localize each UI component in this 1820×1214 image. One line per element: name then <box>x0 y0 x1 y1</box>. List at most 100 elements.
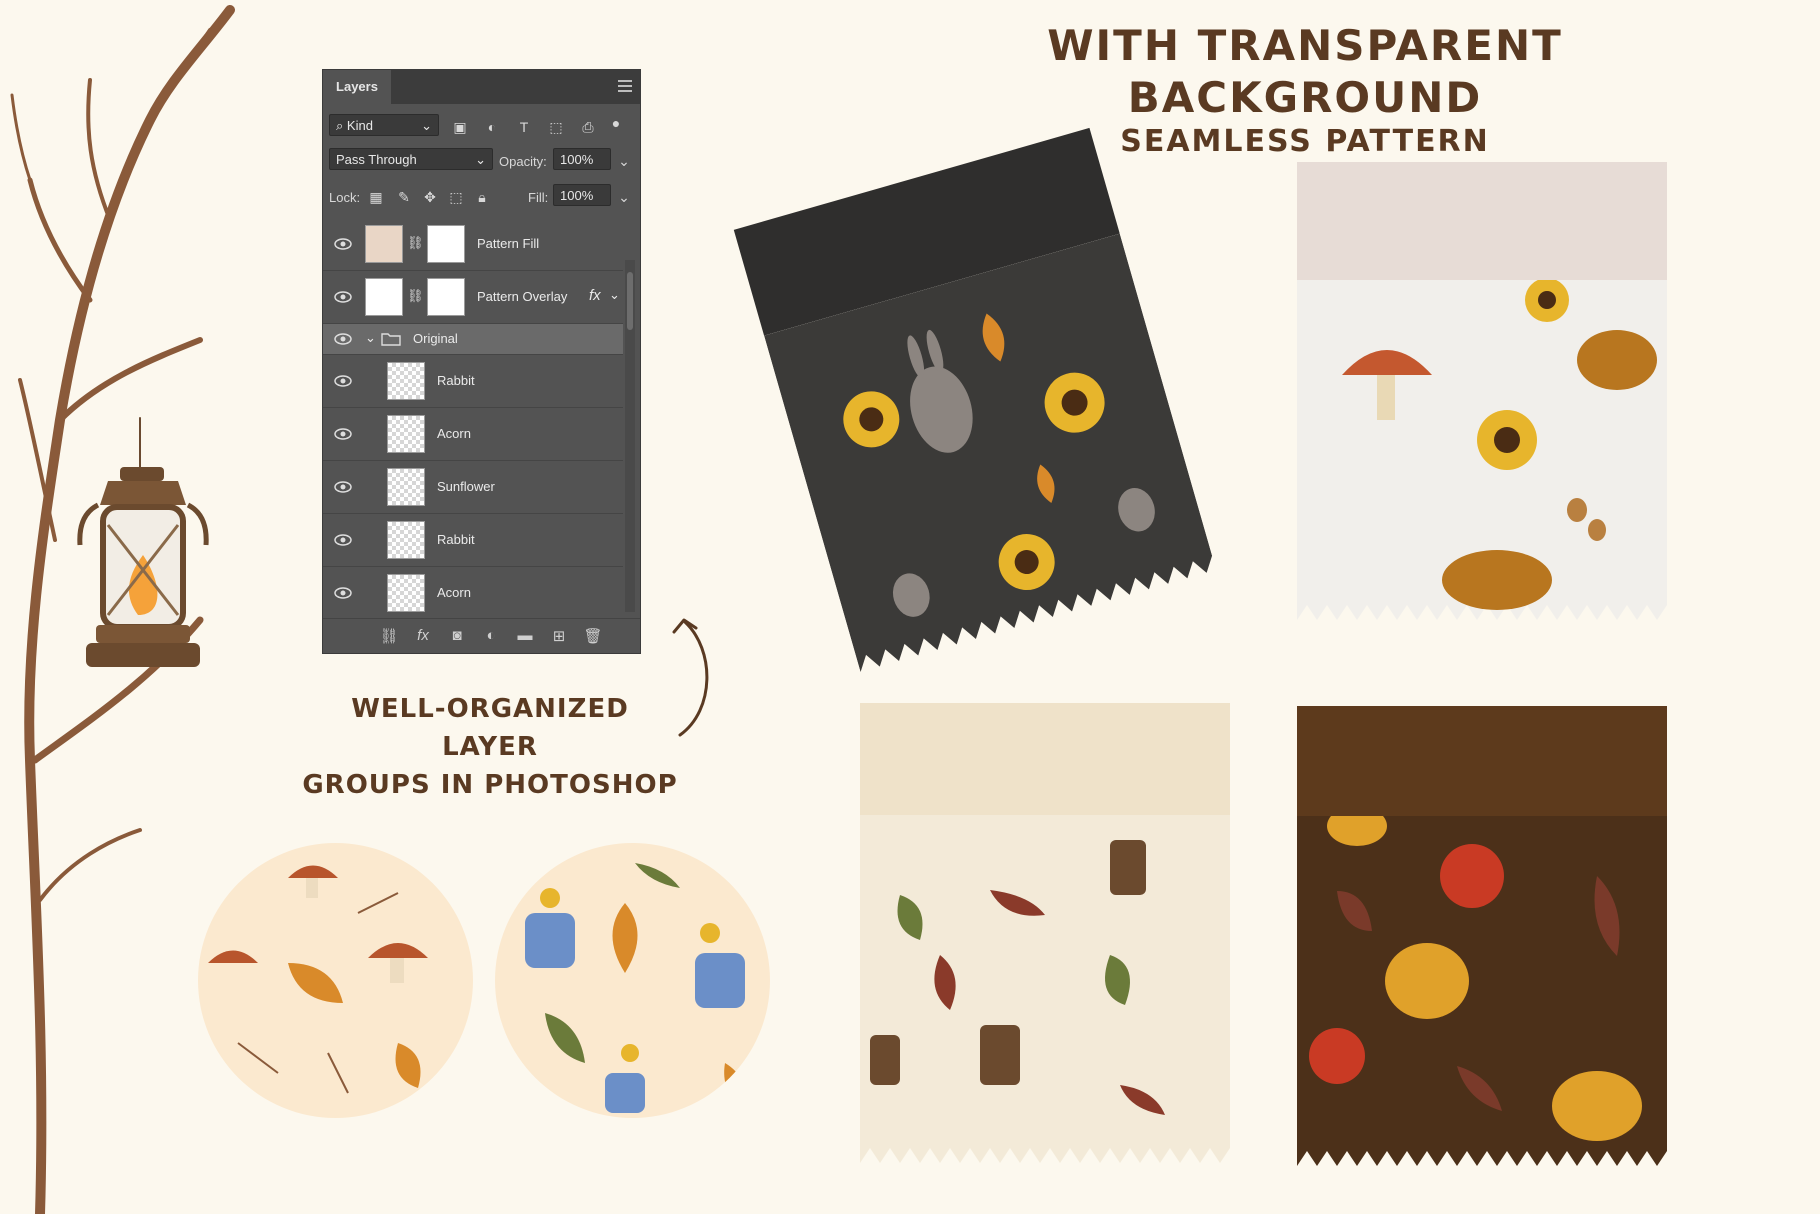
layer-name: Sunflower <box>437 479 495 494</box>
chevron-down-icon[interactable]: ⌄ <box>615 152 633 170</box>
fx-icon[interactable]: fx <box>413 627 433 644</box>
swatch-charcoal <box>733 127 1216 673</box>
caption: WELL-ORGANIZED LAYER GROUPS IN PHOTOSHOP <box>300 690 680 804</box>
swatch-cream <box>860 703 1230 1163</box>
adjustment-filter-icon[interactable]: ◐ <box>483 118 501 136</box>
folder-icon <box>381 333 401 346</box>
tab-layers[interactable]: Layers <box>323 70 391 104</box>
layers-panel: Layers ⌕ Kind ⌄ ▣ ◐ T ⬚ ⎙ ● Pass Through… <box>323 70 640 653</box>
layer-thumbnail <box>387 362 425 400</box>
filter-kind-label: Kind <box>346 118 373 133</box>
chevron-down-icon: ⌄ <box>475 152 486 167</box>
layer-mask-thumbnail <box>427 225 465 263</box>
new-layer-icon[interactable]: ⊞ <box>549 627 569 645</box>
layer-row[interactable]: ⛓ Pattern Fill <box>323 218 623 271</box>
add-mask-icon[interactable]: ◙ <box>447 627 467 644</box>
link-layers-icon[interactable]: ⛓ <box>379 627 399 645</box>
swatch-fabric <box>860 815 1230 1163</box>
chevron-down-icon: ⌄ <box>421 118 432 133</box>
eye-icon[interactable] <box>333 533 353 547</box>
layer-row[interactable]: ⛓ Pattern Overlay fx ⌄ <box>323 271 623 324</box>
layer-name: Rabbit <box>437 532 475 547</box>
panel-footer: ⛓ fx ◙ ◐ ▬ ⊞ 🗑︎ <box>323 618 640 653</box>
layer-thumbnail <box>387 468 425 506</box>
mushroom-leaf-pattern <box>208 865 428 1094</box>
shape-filter-icon[interactable]: ⬚ <box>547 118 565 136</box>
layer-row[interactable]: Rabbit <box>323 514 623 567</box>
lock-icon[interactable]: 🔒︎ <box>473 188 491 206</box>
blend-mode-value: Pass Through <box>336 152 417 167</box>
opacity-label: Opacity: <box>499 154 547 169</box>
headline: WITH TRANSPARENT BACKGROUND SEAMLESS PAT… <box>930 20 1680 160</box>
caption-line1: WELL-ORGANIZED LAYER <box>351 694 629 762</box>
adjustment-layer-icon[interactable]: ◐ <box>481 627 501 644</box>
eye-icon[interactable] <box>333 480 353 494</box>
swatch-brown <box>1297 706 1667 1166</box>
trash-icon[interactable]: 🗑︎ <box>583 627 603 645</box>
swatch-fabric <box>1297 280 1667 620</box>
headline-line1: WITH TRANSPARENT BACKGROUND <box>1047 21 1563 122</box>
lock-transparent-icon[interactable]: ▦ <box>367 188 385 206</box>
blend-mode-select[interactable]: Pass Through ⌄ <box>329 148 493 170</box>
layer-name: Acorn <box>437 426 471 441</box>
chevron-down-icon[interactable]: ⌄ <box>609 287 620 303</box>
swatch-header <box>1297 162 1667 280</box>
folder-icon[interactable]: ▬ <box>515 627 535 644</box>
layer-name: Pattern Fill <box>477 236 540 251</box>
link-icon: ⛓ <box>407 288 424 303</box>
layers-scrollbar[interactable] <box>625 260 635 612</box>
layer-thumbnail <box>365 278 403 316</box>
filter-toggle-icon[interactable]: ● <box>607 114 625 132</box>
lantern-icon <box>77 467 209 667</box>
layer-thumbnail <box>387 521 425 559</box>
smart-object-filter-icon[interactable]: ⎙ <box>579 118 597 136</box>
swatch-white <box>1297 162 1667 622</box>
lock-label: Lock: <box>329 190 361 205</box>
filter-row: ⌕ Kind ⌄ ▣ ◐ T ⬚ ⎙ ● <box>323 110 640 140</box>
pattern-preview-circle <box>198 843 473 1118</box>
layer-row[interactable]: Rabbit <box>323 355 623 408</box>
layer-mask-thumbnail <box>427 278 465 316</box>
eye-icon[interactable] <box>333 290 353 304</box>
caption-line2: GROUPS IN PHOTOSHOP <box>302 770 678 800</box>
eye-icon[interactable] <box>333 586 353 600</box>
blend-row: Pass Through ⌄ Opacity: 100% ⌄ <box>323 144 640 174</box>
fx-badge[interactable]: fx <box>589 287 601 304</box>
layer-name: Pattern Overlay <box>477 289 568 304</box>
link-icon: ⛓ <box>407 235 424 250</box>
layer-row[interactable]: Acorn <box>323 408 623 461</box>
pattern-preview-circle <box>495 843 770 1118</box>
eye-icon[interactable] <box>333 332 353 346</box>
type-filter-icon[interactable]: T <box>515 118 533 136</box>
lock-position-icon[interactable]: ✥ <box>421 188 439 206</box>
layer-thumbnail <box>365 225 403 263</box>
layer-name: Rabbit <box>437 373 475 388</box>
layer-name: Original <box>413 331 458 346</box>
eye-icon[interactable] <box>333 427 353 441</box>
search-icon: ⌕ <box>336 118 347 133</box>
swatch-fabric <box>1297 816 1667 1166</box>
layer-name: Acorn <box>437 585 471 600</box>
swatch-header <box>860 703 1230 815</box>
chevron-down-icon[interactable]: ⌄ <box>365 330 376 346</box>
lock-artboard-icon[interactable]: ⬚ <box>447 188 465 206</box>
fill-label: Fill: <box>528 190 549 205</box>
lock-pixels-icon[interactable]: ✎ <box>395 188 413 206</box>
teapot-leaf-pattern <box>525 863 746 1113</box>
image-filter-icon[interactable]: ▣ <box>451 118 469 136</box>
layer-thumbnail <box>387 415 425 453</box>
layer-thumbnail <box>387 574 425 612</box>
layer-row[interactable]: Sunflower <box>323 461 623 514</box>
layer-group-row[interactable]: ⌄ Original <box>323 324 623 355</box>
opacity-input[interactable]: 100% <box>553 148 611 170</box>
layer-row[interactable]: Acorn <box>323 567 623 620</box>
filter-kind-select[interactable]: ⌕ Kind ⌄ <box>329 114 439 136</box>
lock-row: Lock: ▦ ✎ ✥ ⬚ 🔒︎ Fill: 100% ⌄ <box>323 180 640 210</box>
fill-input[interactable]: 100% <box>553 184 611 206</box>
panel-tabbar: Layers <box>323 70 640 104</box>
chevron-down-icon[interactable]: ⌄ <box>615 188 633 206</box>
eye-icon[interactable] <box>333 237 353 251</box>
panel-menu-icon[interactable] <box>618 80 632 95</box>
eye-icon[interactable] <box>333 374 353 388</box>
swatch-header <box>1297 706 1667 816</box>
